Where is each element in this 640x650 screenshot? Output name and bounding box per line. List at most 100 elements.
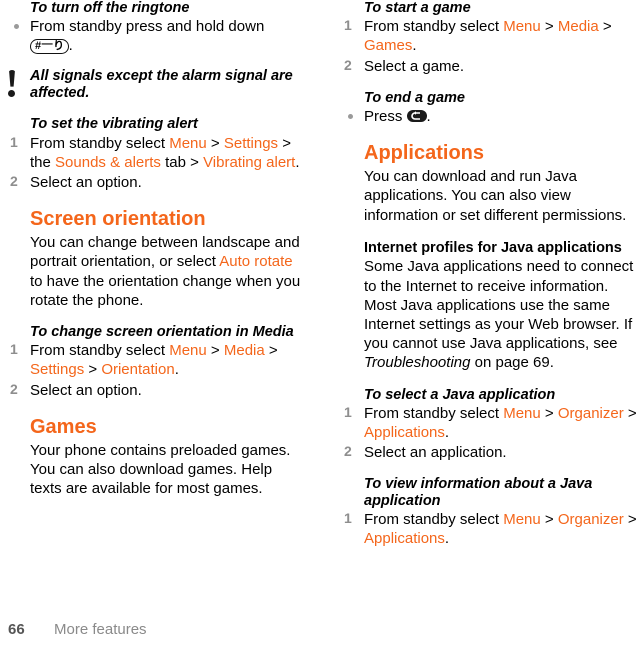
text-run: Some Java applications need to connect t… <box>364 258 634 353</box>
paragraph-internet-profiles: Some Java applications need to connect t… <box>364 257 640 372</box>
procedure-step: 1 From standby select Menu > Organizer > … <box>338 404 640 442</box>
subheading-internet-profiles: Internet profiles for Java applications <box>364 239 622 256</box>
procedure-title-change-orientation-media: To change screen orientation in Media <box>30 323 294 340</box>
menu-term: Menu <box>503 18 541 36</box>
step-number: 2 <box>10 173 18 189</box>
exclamation-body <box>8 69 16 87</box>
text-run: . <box>412 37 417 55</box>
text-run: Select an option. <box>30 174 142 191</box>
bullet-text-after: . <box>68 37 73 55</box>
menu-term: Applications <box>364 530 445 548</box>
text-run: to have the orientation change when you … <box>30 272 301 309</box>
step-number: 1 <box>344 403 352 420</box>
procedure-step: 2 Select an option. <box>4 173 302 192</box>
paragraph-screen-orientation: You can change between landscape and por… <box>30 233 302 310</box>
text-run: > <box>623 404 637 422</box>
steps-select-java-application: 1 From standby select Menu > Organizer > … <box>338 404 640 463</box>
right-column: To start a game 1 From standby select Men… <box>320 0 640 548</box>
note-text: All signals except the alarm signal are … <box>30 67 293 101</box>
procedure-title-view-java-application-info: To view information about a Java applica… <box>364 476 593 509</box>
menu-term: Settings <box>223 134 279 152</box>
bullet-end-a-game: Press . <box>338 107 640 126</box>
bullet-turn-off-ringtone: From standby press and hold down #—り. <box>4 17 302 55</box>
text-run: > <box>540 404 558 422</box>
text-run: From standby select <box>364 404 504 422</box>
text-run: From standby select <box>30 134 170 152</box>
procedure-title-select-java-application: To select a Java application <box>364 386 556 403</box>
step-number: 2 <box>10 380 18 397</box>
back-arrow-glyph <box>410 111 420 120</box>
procedure-step: 1 From standby select Menu > Media > Sett… <box>4 341 302 379</box>
procedure-title-turn-off-ringtone: To turn off the ringtone <box>30 0 190 16</box>
hash-key-suffix: り <box>53 40 64 53</box>
footer-section-title: More features <box>54 621 147 638</box>
menu-term: Orientation <box>101 361 175 379</box>
steps-view-java-application-info: 1 From standby select Menu > Organizer > … <box>338 510 640 548</box>
menu-term: Media <box>557 18 599 36</box>
text-run: > <box>206 134 224 152</box>
step-number: 2 <box>344 56 352 73</box>
procedure-step: 1 From standby select Menu > Media > Game… <box>338 17 640 55</box>
menu-term: Games <box>364 37 413 55</box>
italic-reference: Troubleshooting <box>364 354 471 372</box>
menu-term: Applications <box>364 424 445 441</box>
left-column: To turn off the ringtone From standby pr… <box>0 0 320 498</box>
paragraph-applications: You can download and run Java applicatio… <box>364 168 627 224</box>
bullet-dot-icon <box>14 24 19 30</box>
step-text: From standby select Menu > Organizer > A… <box>364 405 637 441</box>
bullet-text-before: From standby press and hold down <box>30 18 265 36</box>
section-heading-games: Games <box>30 415 97 438</box>
note-block: All signals except the alarm signal are … <box>4 68 302 103</box>
step-number: 2 <box>344 443 352 460</box>
step-text: From standby select Menu > Organizer > A… <box>364 511 637 547</box>
menu-term: Auto rotate <box>219 253 293 271</box>
text-run: > <box>623 510 637 528</box>
text-run: > <box>540 18 558 36</box>
steps-change-orientation-media: 1 From standby select Menu > Media > Sett… <box>4 341 302 400</box>
menu-term: Vibrating alert <box>203 153 296 171</box>
procedure-step: 2 Select an application. <box>338 443 640 462</box>
procedure-title-end-a-game: To end a game <box>364 89 465 106</box>
back-key-icon <box>406 110 427 123</box>
step-text: From standby select Menu > Media > Setti… <box>30 342 278 378</box>
text-run: tab > <box>160 153 204 171</box>
procedure-title-set-vibrating-alert: To set the vibrating alert <box>30 116 198 133</box>
step-text: Select an option. <box>30 382 142 399</box>
text-run: > <box>540 510 558 528</box>
two-column-body: To turn off the ringtone From standby pr… <box>0 0 640 600</box>
steps-start-a-game: 1 From standby select Menu > Media > Game… <box>338 17 640 76</box>
text-run: > <box>84 361 102 379</box>
steps-set-vibrating-alert: 1 From standby select Menu > Settings > t… <box>4 134 302 193</box>
text-run: . <box>444 424 450 441</box>
text-run: > <box>206 342 224 360</box>
exclamation-note-icon <box>7 69 19 100</box>
procedure-step: 1 From standby select Menu > Organizer > … <box>338 510 640 548</box>
exclamation-dot <box>8 89 15 97</box>
procedure-step: 2 Select a game. <box>338 57 640 76</box>
procedure-title-start-a-game: To start a game <box>364 0 471 16</box>
step-number: 1 <box>10 133 18 150</box>
menu-term: Media <box>223 342 265 360</box>
menu-term: Menu <box>169 134 207 152</box>
text-run: . <box>174 361 179 379</box>
step-number: 1 <box>344 509 352 526</box>
manual-page: To turn off the ringtone From standby pr… <box>0 0 640 650</box>
bullet-dot-icon <box>348 114 353 120</box>
text-run: Select a game. <box>364 57 465 75</box>
bullet-text-after: . <box>426 108 431 126</box>
menu-term: Organizer <box>557 404 624 422</box>
menu-term: Menu <box>503 510 541 528</box>
step-number: 1 <box>10 341 18 358</box>
section-heading-screen-orientation: Screen orientation <box>30 208 206 231</box>
menu-term: Organizer <box>557 510 624 528</box>
text-run: From standby select <box>364 510 504 528</box>
text-run: . <box>444 530 450 548</box>
text-run: . <box>295 153 300 171</box>
menu-term: Settings <box>30 361 85 379</box>
procedure-step: 2 Select an option. <box>4 381 302 400</box>
step-text: Select an option. <box>30 174 142 191</box>
bullet-text-before: Press <box>364 108 407 126</box>
text-run: From standby select <box>364 18 504 36</box>
page-footer: 66 More features <box>0 621 640 638</box>
text-run: on page 69. <box>470 354 554 372</box>
